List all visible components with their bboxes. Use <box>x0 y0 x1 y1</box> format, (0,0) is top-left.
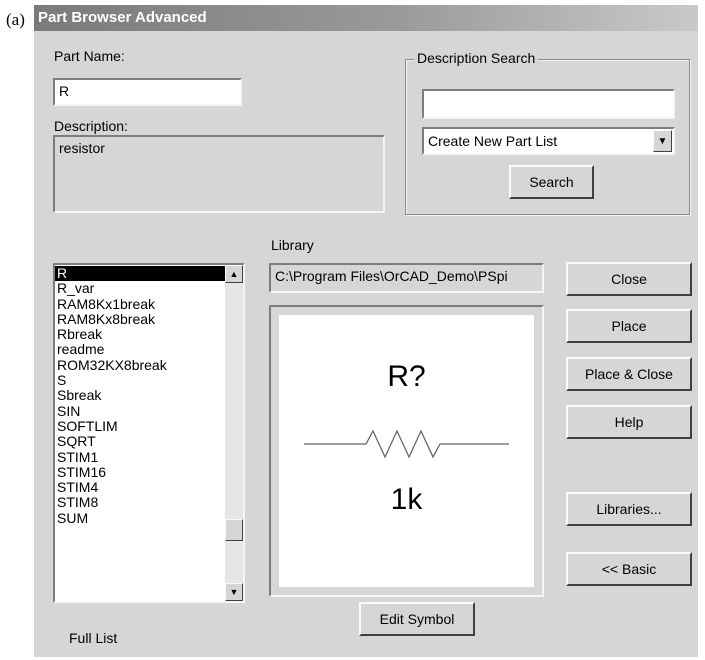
description-label: Description: <box>54 118 128 134</box>
list-item[interactable]: ROM32KX8break <box>55 357 225 373</box>
part-browser-window: Part Browser Advanced Part Name: R Descr… <box>34 5 698 657</box>
list-item[interactable]: SIN <box>55 403 225 419</box>
scroll-up-icon[interactable]: ▲ <box>225 265 243 283</box>
symbol-preview-frame: R? 1k <box>269 305 544 597</box>
full-list-label: Full List <box>69 630 118 646</box>
search-button[interactable]: Search <box>509 165 594 199</box>
libraries-button[interactable]: Libraries... <box>566 492 692 526</box>
basic-button[interactable]: << Basic <box>566 552 692 586</box>
list-item[interactable]: SOFTLIM <box>55 418 225 434</box>
place-button[interactable]: Place <box>566 309 692 343</box>
scroll-thumb[interactable] <box>225 519 243 541</box>
list-item[interactable]: STIM1 <box>55 449 225 465</box>
list-item[interactable]: SUM <box>55 510 225 526</box>
window-title: Part Browser Advanced <box>34 5 698 31</box>
value-text: 1k <box>390 483 423 516</box>
part-name-input[interactable]: R <box>53 78 242 106</box>
list-item[interactable]: SQRT <box>55 433 225 449</box>
list-item[interactable]: STIM4 <box>55 479 225 495</box>
scroll-down-icon[interactable]: ▼ <box>225 583 243 601</box>
description-search-input[interactable] <box>422 89 675 119</box>
list-item[interactable]: S <box>55 372 225 388</box>
list-item[interactable]: readme <box>55 342 225 358</box>
part-list-items: R R_var RAM8Kx1break RAM8Kx8break Rbreak read… <box>55 265 225 526</box>
part-list[interactable]: R R_var RAM8Kx1break RAM8Kx8break Rbreak read… <box>53 263 245 603</box>
list-item[interactable]: STIM8 <box>55 495 225 511</box>
part-name-label: Part Name: <box>54 48 125 64</box>
list-item[interactable]: Rbreak <box>55 326 225 342</box>
library-label: Library <box>271 237 314 253</box>
part-list-dropdown-value: Create New Part List <box>428 133 558 149</box>
description-search-title: Description Search <box>414 50 539 66</box>
list-item[interactable]: RAM8Kx1break <box>55 296 225 312</box>
dropdown-arrow-icon[interactable]: ▼ <box>653 130 672 152</box>
library-path-field: C:\Program Files\OrCAD_Demo\PSpi <box>269 263 544 293</box>
list-item[interactable]: Sbreak <box>55 388 225 404</box>
help-button[interactable]: Help <box>566 405 692 439</box>
close-button[interactable]: Close <box>566 262 692 296</box>
ref-designator: R? <box>387 360 426 393</box>
part-list-dropdown[interactable]: Create New Part List ▼ <box>422 127 675 155</box>
place-close-button[interactable]: Place & Close <box>566 357 692 391</box>
edit-symbol-button[interactable]: Edit Symbol <box>359 602 475 636</box>
list-item[interactable]: STIM16 <box>55 464 225 480</box>
part-list-scrollbar[interactable]: ▲ ▼ <box>225 265 243 601</box>
list-item[interactable]: R_var <box>55 280 225 296</box>
figure-label: (a) <box>6 10 25 29</box>
resistor-symbol <box>304 429 509 459</box>
symbol-preview: R? 1k <box>279 315 534 587</box>
description-field: resistor <box>53 135 385 213</box>
list-item[interactable]: R <box>55 265 225 282</box>
list-item[interactable]: RAM8Kx8break <box>55 311 225 327</box>
